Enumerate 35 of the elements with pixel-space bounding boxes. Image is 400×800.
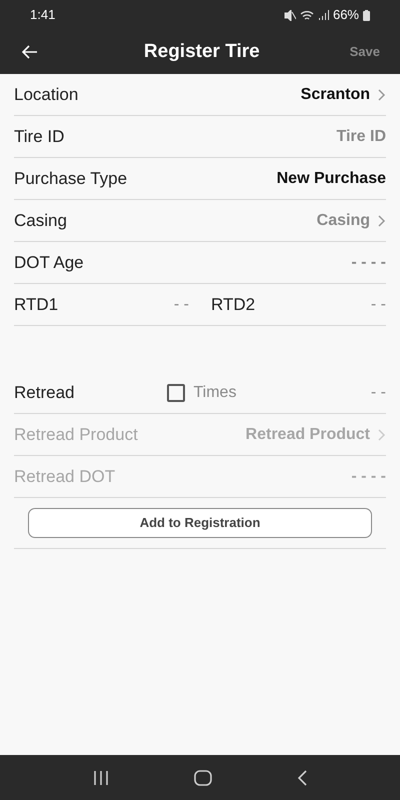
field-label: Location — [14, 84, 78, 106]
input-field[interactable]: - - — [261, 292, 386, 316]
mute-icon — [284, 10, 296, 20]
field-label: RTD2 — [211, 294, 256, 316]
signal-icon — [318, 10, 329, 20]
field-label: Retread DOT — [14, 466, 116, 488]
field-label: DOT Age — [14, 252, 84, 274]
select-value[interactable]: Scranton — [86, 82, 370, 106]
page-title: Register Tire — [144, 40, 260, 64]
add-to-registration-button[interactable]: Add to Registration — [28, 508, 372, 538]
battery-icon — [363, 10, 370, 20]
checkbox[interactable] — [167, 384, 186, 402]
input-field[interactable]: Casing — [74, 208, 370, 232]
recent-apps-icon[interactable] — [92, 770, 109, 784]
field-value: New Purchase — [276, 168, 386, 188]
input-field[interactable]: Tire ID — [72, 124, 386, 148]
battery-level: 66% — [332, 6, 359, 24]
field-label: RTD1 — [14, 294, 58, 316]
input-field[interactable]: - - — [64, 292, 189, 316]
back-arrow-icon — [22, 45, 38, 59]
status-time: 1:41 — [30, 6, 56, 24]
chevron-icon — [378, 88, 386, 100]
chevron-icon — [378, 214, 386, 226]
field-label: Tire ID — [14, 126, 64, 148]
input-field[interactable]: Times — [193, 380, 274, 404]
field-label: Purchase Type — [14, 168, 128, 190]
field-label: Casing — [14, 210, 67, 232]
input-field[interactable]: - - — [281, 380, 386, 404]
back-icon[interactable] — [297, 770, 308, 786]
home-icon[interactable] — [194, 770, 212, 786]
input-field[interactable]: - - - - — [92, 250, 386, 274]
chevron-icon — [378, 428, 386, 440]
field-label: Retread Product — [14, 424, 138, 446]
wifi-icon — [300, 10, 314, 20]
field-label: Retread — [14, 382, 74, 404]
